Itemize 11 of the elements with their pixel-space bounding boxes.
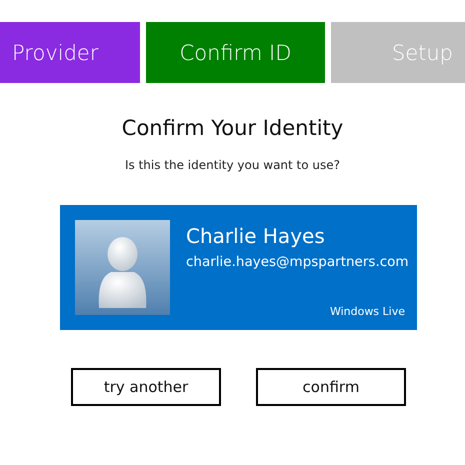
step-tab[interactable]: Confirm ID: [146, 22, 325, 83]
identity-card[interactable]: Charlie Hayes charlie.hayes@mpspartners.com Windows Live: [60, 205, 417, 330]
page-title: Confirm Your Identity: [120, 116, 344, 140]
step-tab[interactable]: Provider: [0, 22, 140, 83]
identity-provider: Windows Live: [330, 305, 405, 318]
confirm-button[interactable]: confirm: [256, 368, 406, 406]
user-avatar-icon: [75, 220, 170, 315]
identity-email: charlie.hayes@mpspartners.com: [186, 254, 409, 270]
page-subtitle: Is this the identity you want to use?: [124, 158, 342, 172]
try-another-button[interactable]: try another: [71, 368, 221, 406]
identity-name: Charlie Hayes: [186, 224, 326, 248]
